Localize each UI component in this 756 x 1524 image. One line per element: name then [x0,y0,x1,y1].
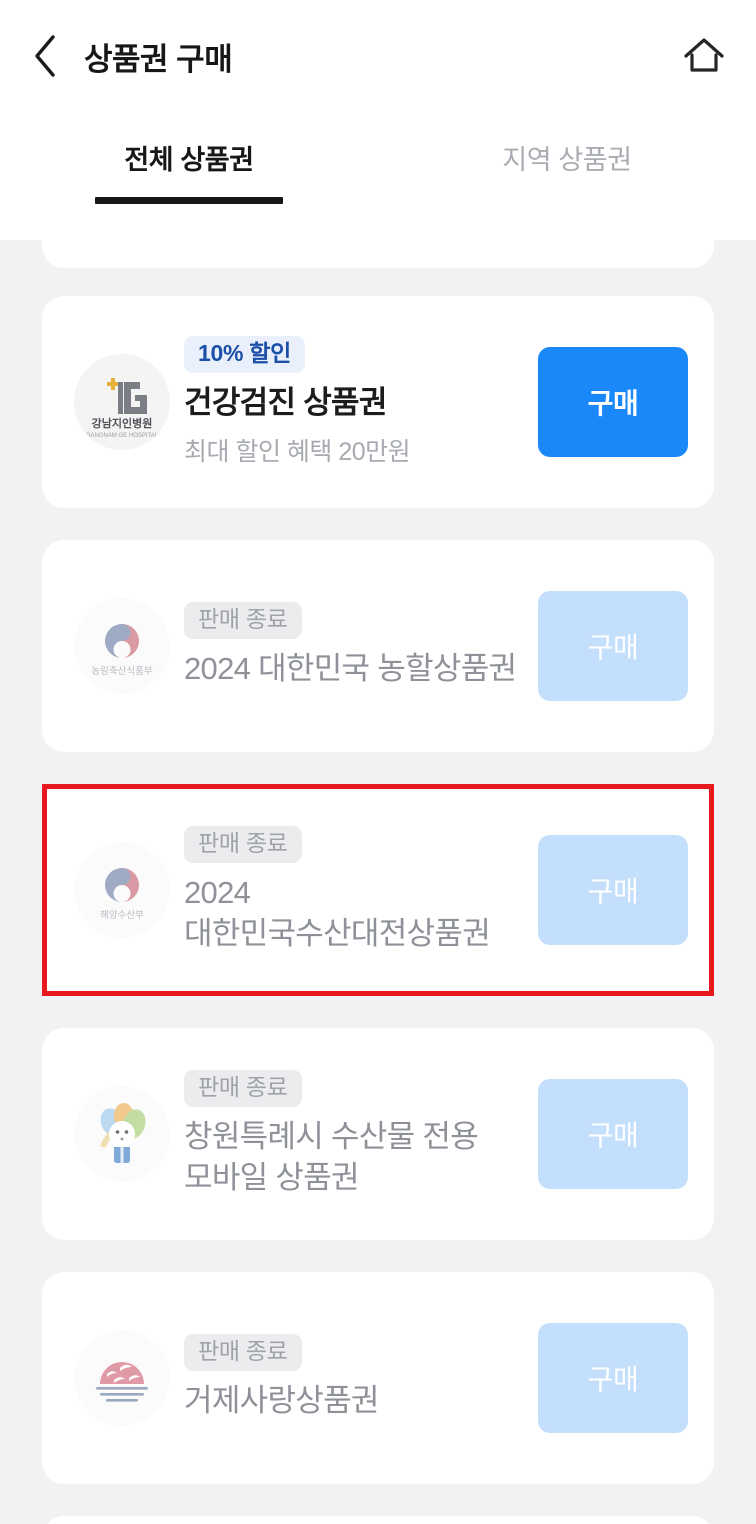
list-item-body: 판매 종료 2024 대한민국수산대전상품권 [184,825,538,955]
list-item-title: 2024 대한민국 농할상품권 [184,651,517,687]
app-header: 상품권 구매 전체 상품권 지역 상품권 [0,0,756,240]
logo-caption-en: GANGNAM GE HOSPITAL [86,433,159,439]
list-item-title: 창원특례시 수산물 전용 모바일 상품권 [184,1118,479,1195]
buy-button: 구매 [538,591,688,701]
list-item-body: 판매 종료 창원특례시 수산물 전용 모바일 상품권 [184,1069,538,1199]
list-item-subtitle: 최대 할인 혜택 20만원 [184,437,411,466]
buy-button: 구매 [538,835,688,945]
list-item[interactable]: 농림축산식품부 판매 종료 2024 대한민국 농할상품권 구매 [42,540,714,752]
changwon-city-mascot-logo [74,1086,170,1182]
buy-button: 구매 [538,1079,688,1189]
list-item-body: 판매 종료 2024 대한민국 농할상품권 [184,602,538,690]
status-badge: 판매 종료 [184,825,302,863]
home-icon[interactable] [680,32,728,80]
ministry-of-agriculture-food-rural-affairs-logo: 농림축산식품부 [74,598,170,694]
geoje-sunrise-seagull-logo [74,1330,170,1426]
logo-caption-ko: 해양수산부 [100,909,144,921]
gangnam-gein-hospital-logo: 강남지인병원 GANGNAM GE HOSPITAL [74,354,170,450]
list-item-body: 판매 종료 거제사랑상품권 [184,1334,538,1422]
list-item[interactable]: 판매 종료 거제사랑상품권 구매 [42,1272,714,1484]
tab-all-vouchers-label: 전체 상품권 [124,145,254,175]
list-item[interactable]: 해양수산부 판매 종료 2024 대한민국수산대전상품권 구매 [42,784,714,996]
tab-active-underline [95,197,283,204]
list-item-title: 거제사랑상품권 [184,1383,379,1419]
status-badge: 판매 종료 [184,1069,302,1107]
list-item-partial-above[interactable] [42,240,714,268]
tab-regional-vouchers-label: 지역 상품권 [502,145,632,175]
page-title: 상품권 구매 [84,41,233,77]
list-item-title: 2024 대한민국수산대전상품권 [184,874,491,951]
list-item-partial-below[interactable] [42,1516,714,1524]
tab-all-vouchers[interactable]: 전체 상품권 [0,112,378,212]
logo-caption-ko: 강남지인병원 [92,416,153,430]
status-badge: 판매 종료 [184,602,302,640]
chevron-left-icon[interactable] [22,33,68,79]
logo-caption-ko: 농림축산식품부 [91,665,152,677]
list-item[interactable]: 강남지인병원 GANGNAM GE HOSPITAL 10% 할인 건강검진 상… [42,296,714,508]
tab-bar: 전체 상품권 지역 상품권 [0,112,756,212]
voucher-list: 강남지인병원 GANGNAM GE HOSPITAL 10% 할인 건강검진 상… [0,240,756,1524]
list-item-body: 10% 할인 건강검진 상품권 최대 할인 혜택 20만원 [184,336,538,468]
buy-button[interactable]: 구매 [538,347,688,457]
list-item[interactable]: 판매 종료 창원특례시 수산물 전용 모바일 상품권 구매 [42,1028,714,1240]
buy-button: 구매 [538,1323,688,1433]
status-badge: 10% 할인 [184,336,305,374]
ministry-of-oceans-and-fisheries-logo: 해양수산부 [74,842,170,938]
tab-regional-vouchers[interactable]: 지역 상품권 [378,112,756,212]
list-item-title: 건강검진 상품권 [184,385,387,421]
status-badge: 판매 종료 [184,1334,302,1372]
navigation-bar: 상품권 구매 [0,0,756,112]
